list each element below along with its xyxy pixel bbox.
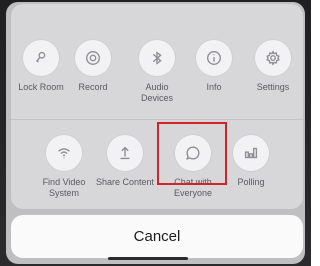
- action-row-top: Lock Room Record Audio Devices Info Sett…: [11, 4, 303, 119]
- wifi-icon: [46, 135, 82, 171]
- share-content-label: Share Content: [95, 177, 155, 187]
- lock-icon: [23, 40, 59, 76]
- record-button[interactable]: Record: [63, 40, 123, 93]
- gear-icon: [255, 40, 291, 76]
- audio-devices-label: Audio Devices: [140, 82, 173, 103]
- settings-button[interactable]: Settings: [243, 40, 303, 93]
- info-button[interactable]: Info: [184, 40, 244, 93]
- poll-icon: [233, 135, 269, 171]
- polling-button[interactable]: Polling: [221, 135, 281, 188]
- record-label: Record: [78, 82, 108, 92]
- bluetooth-icon: [139, 40, 175, 76]
- highlight-box: [157, 122, 227, 185]
- settings-label: Settings: [256, 82, 290, 92]
- lock-room-button[interactable]: Lock Room: [11, 40, 71, 93]
- cancel-button[interactable]: Cancel: [11, 215, 303, 258]
- info-label: Info: [206, 82, 222, 92]
- share-icon: [107, 135, 143, 171]
- share-content-button[interactable]: Share Content: [95, 135, 155, 188]
- polling-label: Polling: [237, 177, 265, 187]
- record-icon: [75, 40, 111, 76]
- lock-room-label: Lock Room: [18, 82, 64, 92]
- info-icon: [196, 40, 232, 76]
- home-indicator: [108, 257, 188, 260]
- audio-devices-button[interactable]: Audio Devices: [127, 40, 187, 104]
- find-video-system-button[interactable]: Find Video System: [34, 135, 94, 199]
- find-video-system-label: Find Video System: [42, 177, 86, 198]
